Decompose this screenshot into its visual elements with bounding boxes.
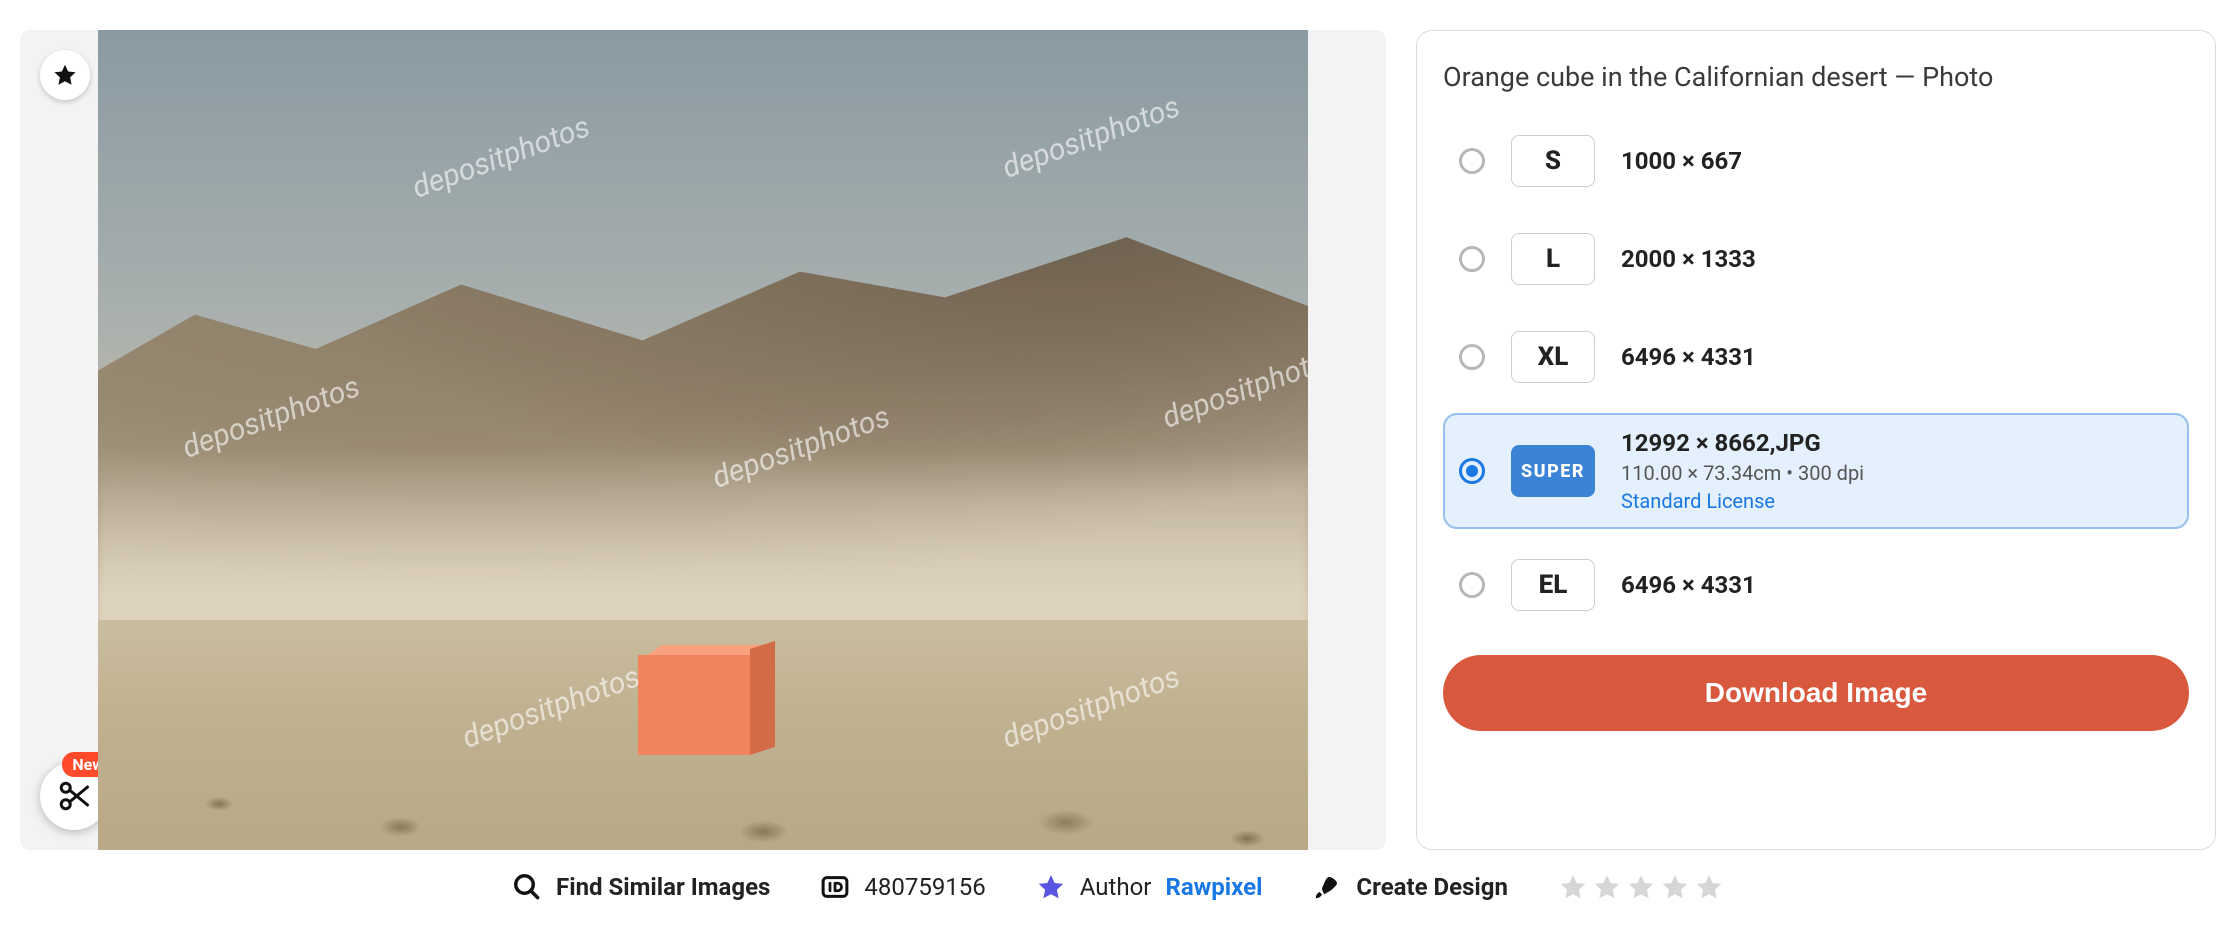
radio-button[interactable] xyxy=(1459,458,1485,484)
create-design-label: Create Design xyxy=(1356,873,1508,901)
rating-star-icon[interactable] xyxy=(1660,872,1690,902)
brush-icon xyxy=(1312,872,1342,902)
size-code-chip: S xyxy=(1511,135,1595,187)
size-dimensions: 6496 × 4331 xyxy=(1621,571,1756,599)
search-icon xyxy=(512,872,542,902)
rating-star-icon[interactable] xyxy=(1558,872,1588,902)
size-options-list: S 1000 × 667 L 2000 × 1333 XL 6496 × 4331 SUPE… xyxy=(1443,119,2189,627)
size-meta: 12992 × 8662,JPG 110.00 × 73.34cm • 300 d… xyxy=(1621,429,1864,513)
favorite-button[interactable] xyxy=(40,50,90,100)
author-name: Rawpixel xyxy=(1165,873,1262,901)
size-code-chip: XL xyxy=(1511,331,1595,383)
size-dimensions: 1000 × 667 xyxy=(1621,147,1742,175)
size-physical: 110.00 × 73.34cm • 300 dpi xyxy=(1621,461,1864,485)
image-toolbar: Find Similar Images 480759156 Author Raw… xyxy=(20,872,2216,902)
size-code-chip: L xyxy=(1511,233,1595,285)
download-button[interactable]: Download Image xyxy=(1443,655,2189,731)
create-design-button[interactable]: Create Design xyxy=(1312,872,1508,902)
size-dimensions: 6496 × 4331 xyxy=(1621,343,1756,371)
size-option-l[interactable]: L 2000 × 1333 xyxy=(1443,217,2189,301)
size-option-s[interactable]: S 1000 × 667 xyxy=(1443,119,2189,203)
star-icon xyxy=(52,62,78,88)
author-label: Author xyxy=(1080,873,1152,901)
image-title: Orange cube in the Californian desert — … xyxy=(1443,61,2189,93)
size-option-xl[interactable]: XL 6496 × 4331 xyxy=(1443,315,2189,399)
rating-star-icon[interactable] xyxy=(1592,872,1622,902)
radio-button[interactable] xyxy=(1459,246,1485,272)
size-option-el[interactable]: EL 6496 × 4331 xyxy=(1443,543,2189,627)
size-code-chip: EL xyxy=(1511,559,1595,611)
rating-stars[interactable] xyxy=(1558,872,1724,902)
author-link[interactable]: Author Rawpixel xyxy=(1036,872,1263,902)
purchase-sidebar: Orange cube in the Californian desert — … xyxy=(1416,30,2216,850)
star-filled-icon xyxy=(1036,872,1066,902)
find-similar-button[interactable]: Find Similar Images xyxy=(512,872,770,902)
size-meta: 6496 × 4331 xyxy=(1621,571,1756,599)
preview-image[interactable]: depositphotos depositphotos depositphoto… xyxy=(98,30,1308,850)
size-meta: 1000 × 667 xyxy=(1621,147,1742,175)
scissors-icon xyxy=(56,778,92,814)
image-preview-pane: New depositphotos depositphotos depositp… xyxy=(20,30,1386,850)
license-link[interactable]: Standard License xyxy=(1621,489,1864,513)
rating-star-icon[interactable] xyxy=(1626,872,1656,902)
size-meta: 6496 × 4331 xyxy=(1621,343,1756,371)
radio-button[interactable] xyxy=(1459,344,1485,370)
size-dimensions: 12992 × 8662,JPG xyxy=(1621,429,1864,457)
rating-star-icon[interactable] xyxy=(1694,872,1724,902)
size-meta: 2000 × 1333 xyxy=(1621,245,1756,273)
id-icon xyxy=(820,872,850,902)
radio-button[interactable] xyxy=(1459,148,1485,174)
size-option-super[interactable]: SUPER 12992 × 8662,JPG 110.00 × 73.34cm • … xyxy=(1443,413,2189,529)
image-id[interactable]: 480759156 xyxy=(820,872,985,902)
size-dimensions: 2000 × 1333 xyxy=(1621,245,1756,273)
image-id-value: 480759156 xyxy=(864,873,985,901)
find-similar-label: Find Similar Images xyxy=(556,873,770,901)
size-code-chip: SUPER xyxy=(1511,445,1595,497)
radio-button[interactable] xyxy=(1459,572,1485,598)
